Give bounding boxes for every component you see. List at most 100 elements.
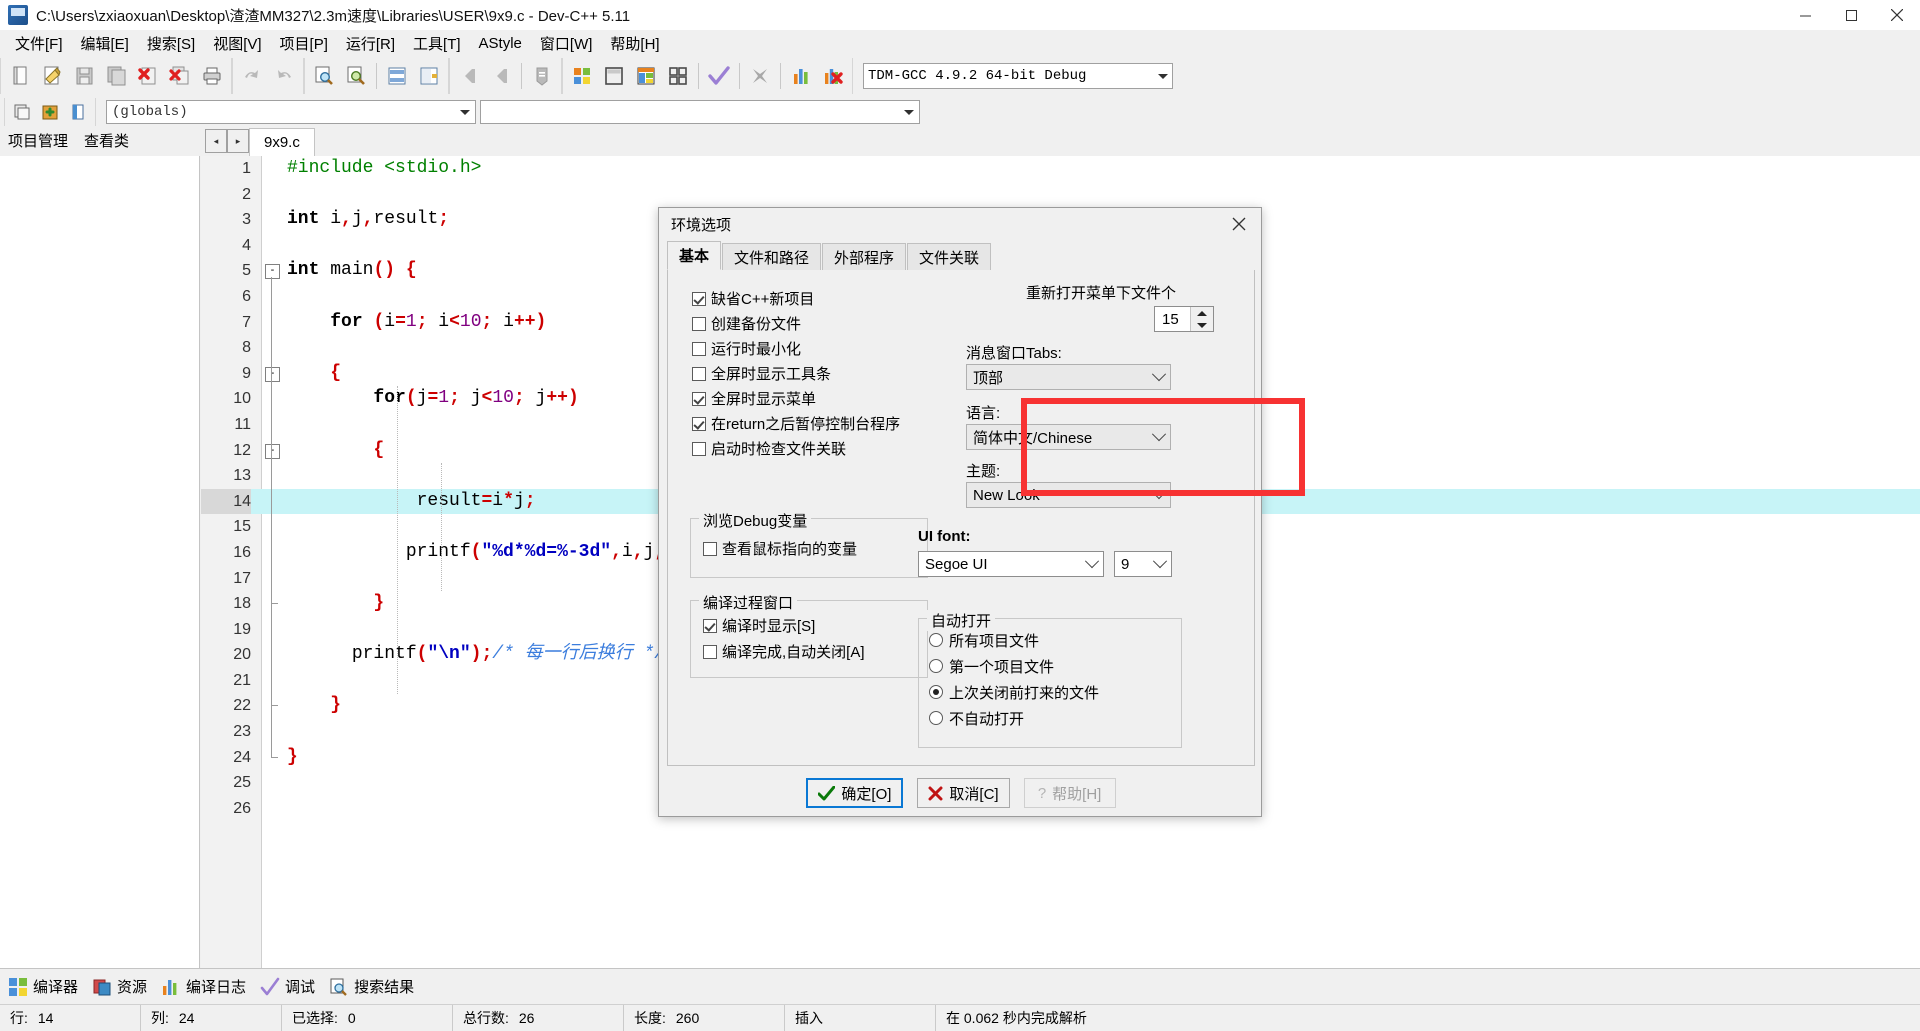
member-combo[interactable] bbox=[480, 100, 920, 124]
save-icon[interactable] bbox=[68, 60, 100, 92]
menu-view[interactable]: 视图[V] bbox=[204, 30, 270, 57]
run-icon[interactable] bbox=[598, 60, 630, 92]
spinner-up-button[interactable] bbox=[1191, 307, 1213, 319]
project-options-icon[interactable] bbox=[64, 99, 92, 125]
print-icon[interactable] bbox=[196, 60, 228, 92]
goto-function-icon[interactable] bbox=[413, 60, 445, 92]
line-number: 16 bbox=[233, 543, 251, 561]
checkbox-minimize-on-run[interactable]: 运行时最小化 bbox=[692, 336, 962, 361]
compiler-set-combo[interactable]: TDM-GCC 4.9.2 64-bit Debug bbox=[863, 63, 1173, 89]
bottom-tab-search-results[interactable]: 搜索结果 bbox=[329, 976, 414, 997]
checkbox-create-backup[interactable]: 创建备份文件 bbox=[692, 311, 962, 336]
menu-help[interactable]: 帮助[H] bbox=[601, 30, 668, 57]
rebuild-icon[interactable] bbox=[662, 60, 694, 92]
cancel-button[interactable]: 取消[C] bbox=[917, 778, 1010, 808]
theme-value: New Look bbox=[973, 486, 1040, 504]
checkbox-show-during-compile[interactable]: 编译时显示[S] bbox=[703, 613, 815, 638]
forward-icon[interactable] bbox=[485, 60, 517, 92]
dialog-title-bar: 环境选项 bbox=[659, 208, 1261, 240]
dialog-tab-file-associations[interactable]: 文件关联 bbox=[907, 243, 992, 270]
toolbar-group-project bbox=[4, 98, 96, 126]
editor-tab-9x9c[interactable]: 9x9.c bbox=[249, 128, 315, 156]
menu-tools[interactable]: 工具[T] bbox=[404, 30, 470, 57]
checkbox-show-menu-fullscreen[interactable]: 全屏时显示菜单 bbox=[692, 386, 962, 411]
menu-project[interactable]: 项目[P] bbox=[271, 30, 337, 57]
redo-icon[interactable] bbox=[268, 60, 300, 92]
fold-toggle-icon[interactable]: - bbox=[265, 366, 280, 382]
close-file-icon[interactable] bbox=[132, 60, 164, 92]
replace-icon[interactable] bbox=[340, 60, 372, 92]
radio-open-all-project-files[interactable]: 所有项目文件 bbox=[929, 627, 1099, 653]
menu-file[interactable]: 文件[F] bbox=[6, 30, 72, 57]
maximize-button[interactable] bbox=[1828, 0, 1874, 30]
checkbox-check-file-associations[interactable]: 启动时检查文件关联 bbox=[692, 436, 962, 461]
compile-run-icon[interactable] bbox=[630, 60, 662, 92]
tab-project-manager[interactable]: 项目管理 bbox=[0, 126, 76, 156]
dialog-tab-files-paths[interactable]: 文件和路径 bbox=[722, 243, 822, 270]
recent-files-spinner[interactable]: 15 bbox=[1154, 306, 1214, 332]
add-to-project-icon[interactable] bbox=[36, 99, 64, 125]
checkbox-default-cpp-project[interactable]: 缺省C++新项目 bbox=[692, 286, 962, 311]
compile-icon[interactable] bbox=[566, 60, 598, 92]
code-line-text: { bbox=[373, 439, 385, 460]
dialog-tab-basic[interactable]: 基本 bbox=[667, 241, 722, 270]
new-project-icon[interactable] bbox=[8, 99, 36, 125]
tab-scroll-right-button[interactable]: ▸ bbox=[227, 129, 249, 153]
resources-icon bbox=[92, 977, 112, 997]
goto-line-icon[interactable] bbox=[381, 60, 413, 92]
checkbox-box bbox=[692, 441, 706, 456]
menu-edit[interactable]: 编辑[E] bbox=[72, 30, 138, 57]
delete-profile-icon[interactable] bbox=[817, 60, 849, 92]
line-number: 14 bbox=[201, 488, 251, 515]
bottom-tab-debug[interactable]: 调试 bbox=[260, 976, 315, 997]
radio-dont-auto-open[interactable]: 不自动打开 bbox=[929, 705, 1099, 731]
radio-open-first-project-file[interactable]: 第一个项目文件 bbox=[929, 653, 1099, 679]
close-all-icon[interactable] bbox=[164, 60, 196, 92]
checkbox-pause-console-after-return[interactable]: 在return之后暂停控制台程序 bbox=[692, 411, 962, 436]
message-tabs-combo[interactable]: 顶部 bbox=[966, 364, 1171, 390]
tab-scroll-left-button[interactable]: ◂ bbox=[205, 129, 227, 153]
dialog-close-button[interactable] bbox=[1217, 208, 1261, 240]
bottom-tab-label: 编译日志 bbox=[186, 979, 247, 996]
project-panel-tabs: 项目管理 查看类 bbox=[0, 128, 200, 156]
scope-combo[interactable]: (globals) bbox=[106, 100, 476, 124]
radio-open-files-from-last-session[interactable]: 上次关闭前打来的文件 bbox=[929, 679, 1099, 705]
fold-toggle-icon[interactable]: - bbox=[265, 443, 280, 459]
ui-font-size-combo[interactable]: 9 bbox=[1114, 551, 1172, 577]
menu-run[interactable]: 运行[R] bbox=[337, 30, 404, 57]
new-file-icon[interactable] bbox=[4, 60, 36, 92]
spinner-down-button[interactable] bbox=[1191, 319, 1213, 331]
window-title: C:\Users\zxiaoxuan\Desktop\渣渣MM327\2.3m速… bbox=[36, 7, 631, 25]
bottom-tab-compile-log[interactable]: 编译日志 bbox=[161, 976, 246, 997]
find-icon[interactable] bbox=[308, 60, 340, 92]
environment-options-dialog: 环境选项 基本 文件和路径 外部程序 文件关联 缺省C++新项目 创建备份文件 … bbox=[658, 207, 1262, 817]
menu-search[interactable]: 搜索[S] bbox=[138, 30, 204, 57]
toggle-bookmark-icon[interactable] bbox=[526, 60, 558, 92]
bottom-tab-resources[interactable]: 资源 bbox=[92, 976, 147, 997]
menu-window[interactable]: 窗口[W] bbox=[531, 30, 602, 57]
language-combo[interactable]: 简体中文/Chinese bbox=[966, 424, 1171, 450]
theme-combo[interactable]: New Look bbox=[966, 482, 1171, 508]
fold-toggle-icon[interactable]: - bbox=[265, 264, 280, 280]
back-icon[interactable] bbox=[453, 60, 485, 92]
ok-button[interactable]: 确定[O] bbox=[806, 778, 904, 808]
dialog-body: 基本 文件和路径 外部程序 文件关联 缺省C++新项目 创建备份文件 运行时最小… bbox=[667, 241, 1255, 766]
stop-icon[interactable] bbox=[744, 60, 776, 92]
ui-font-family-combo[interactable]: Segoe UI bbox=[918, 551, 1104, 577]
checkbox-auto-close-after-compile[interactable]: 编译完成,自动关闭[A] bbox=[703, 639, 865, 664]
menu-astyle[interactable]: AStyle bbox=[470, 32, 531, 55]
minimize-button[interactable] bbox=[1782, 0, 1828, 30]
triangle-down-icon bbox=[1197, 322, 1207, 328]
ui-font-section: UI font: Segoe UI 9 bbox=[918, 528, 1238, 577]
close-button[interactable] bbox=[1874, 0, 1920, 30]
checkbox-watch-variable-under-mouse[interactable]: 查看鼠标指向的变量 bbox=[703, 536, 857, 561]
profile-icon[interactable] bbox=[785, 60, 817, 92]
tab-class-browser[interactable]: 查看类 bbox=[76, 126, 137, 156]
bottom-tab-compiler[interactable]: 编译器 bbox=[8, 976, 78, 997]
save-all-icon[interactable] bbox=[100, 60, 132, 92]
undo-icon[interactable] bbox=[236, 60, 268, 92]
checkbox-show-toolbar-fullscreen[interactable]: 全屏时显示工具条 bbox=[692, 361, 962, 386]
dialog-tab-external-programs[interactable]: 外部程序 bbox=[822, 243, 907, 270]
open-file-icon[interactable] bbox=[36, 60, 68, 92]
syntax-check-icon[interactable] bbox=[703, 60, 735, 92]
